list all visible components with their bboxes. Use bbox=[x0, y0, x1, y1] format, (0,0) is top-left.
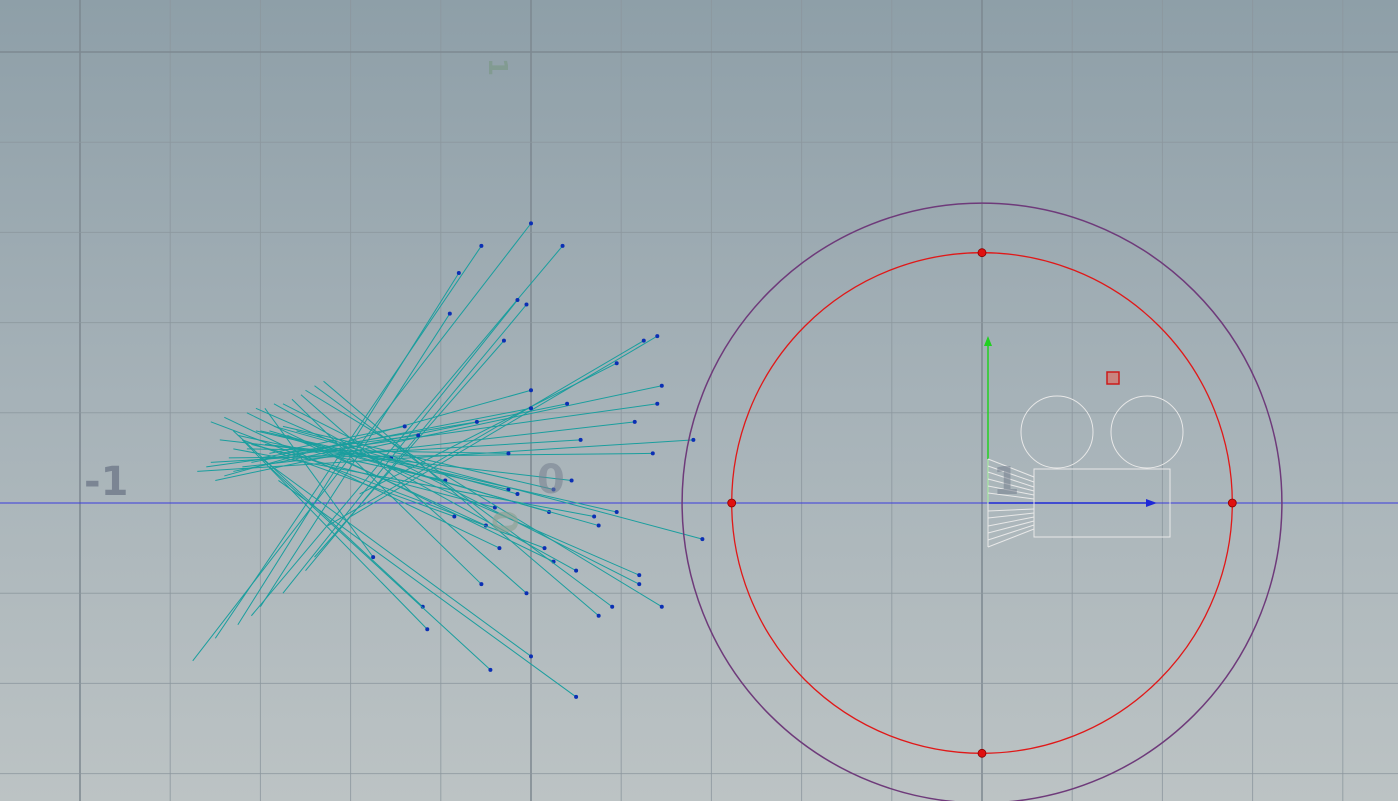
x-axis-label-negative: -1 bbox=[84, 459, 129, 505]
stream-point bbox=[425, 627, 430, 632]
stream-point bbox=[565, 401, 570, 406]
stream-point bbox=[402, 424, 407, 429]
stream-point bbox=[447, 311, 452, 316]
stream-point bbox=[574, 568, 579, 573]
x-axis-label-origin: 0 bbox=[537, 457, 565, 503]
camera-icon[interactable] bbox=[984, 336, 1184, 548]
stream-point bbox=[691, 437, 696, 442]
stream-point bbox=[655, 334, 660, 339]
stream-point bbox=[637, 582, 642, 587]
stream-point bbox=[659, 383, 664, 388]
stream-point bbox=[479, 243, 484, 248]
stream-point bbox=[474, 419, 479, 424]
camera-reel-left bbox=[1020, 395, 1094, 469]
stream-point bbox=[542, 546, 547, 551]
stream-line bbox=[300, 394, 527, 594]
stream-point bbox=[529, 388, 533, 393]
stream-lines bbox=[192, 221, 705, 699]
stream-point bbox=[529, 221, 533, 226]
x-axis-label-positive: 1 bbox=[993, 459, 1020, 503]
stream-line bbox=[214, 245, 482, 639]
stream-point bbox=[596, 523, 601, 528]
stream-point bbox=[650, 451, 655, 456]
stream-point bbox=[479, 582, 484, 587]
stream-point bbox=[700, 537, 705, 542]
camera-reel-right bbox=[1110, 395, 1184, 469]
stream-line bbox=[350, 335, 658, 517]
stream-point bbox=[637, 573, 642, 578]
circle-handle[interactable] bbox=[1227, 498, 1237, 508]
stream-point bbox=[569, 478, 574, 483]
stream-point bbox=[456, 270, 461, 275]
stream-line bbox=[314, 385, 613, 608]
stream-point bbox=[655, 401, 660, 406]
circle-handle[interactable] bbox=[977, 248, 987, 258]
y-axis-label-positive: 1 bbox=[482, 57, 513, 77]
stream-point bbox=[578, 437, 583, 442]
stream-point bbox=[515, 298, 520, 303]
stream-point bbox=[529, 406, 533, 411]
stream-point bbox=[524, 591, 529, 596]
stream-point bbox=[529, 654, 533, 659]
stream-point bbox=[371, 555, 376, 560]
stream-point bbox=[488, 667, 493, 672]
stream-point bbox=[452, 514, 457, 519]
stream-point bbox=[416, 433, 421, 438]
stream-point bbox=[506, 451, 511, 456]
stream-point bbox=[659, 604, 664, 609]
y-axis-label-origin: 0 bbox=[483, 510, 524, 534]
y-gizmo-arrow-icon[interactable] bbox=[984, 336, 992, 346]
stream-point bbox=[524, 302, 529, 307]
pivot-handle-icon[interactable] bbox=[1106, 371, 1120, 385]
stream-point bbox=[501, 338, 506, 343]
circle-handle[interactable] bbox=[977, 748, 987, 758]
stream-point bbox=[515, 491, 520, 496]
stream-point bbox=[592, 514, 597, 519]
stream-point bbox=[560, 243, 565, 248]
stream-point bbox=[574, 694, 579, 699]
x-gizmo-arrow-icon[interactable] bbox=[1146, 499, 1157, 507]
stream-point bbox=[641, 338, 646, 343]
stream-point bbox=[610, 604, 615, 609]
3d-viewport[interactable]: 1 0 -1 0 1 bbox=[0, 0, 1398, 801]
stream-point bbox=[614, 510, 619, 515]
stream-point bbox=[614, 361, 619, 366]
stream-point bbox=[497, 546, 502, 551]
circle-handle[interactable] bbox=[727, 498, 737, 508]
stream-point bbox=[596, 613, 601, 618]
viewport-canvas[interactable] bbox=[0, 0, 1398, 801]
stream-point bbox=[632, 419, 637, 424]
grid bbox=[0, 0, 1398, 801]
